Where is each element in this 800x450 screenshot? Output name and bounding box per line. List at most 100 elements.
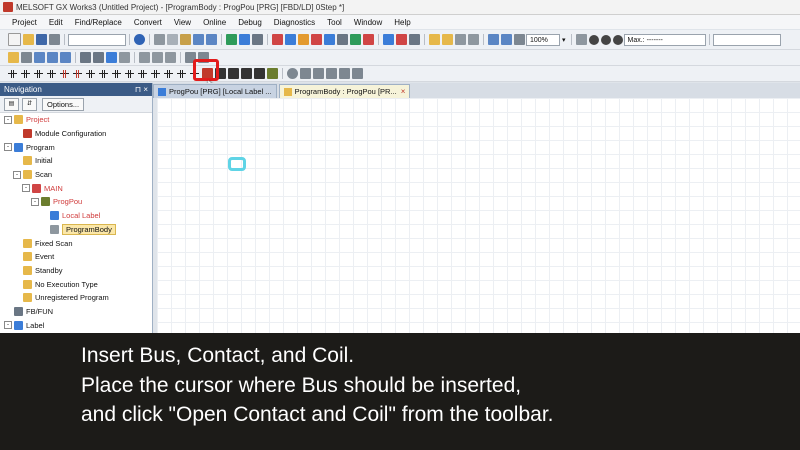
tree-item[interactable]: ProgramBody <box>0 223 152 237</box>
save-icon[interactable] <box>36 34 47 45</box>
remote-run-icon[interactable] <box>311 34 322 45</box>
tree-expander-icon[interactable]: - <box>31 197 39 206</box>
open-branch-icon[interactable] <box>34 69 43 79</box>
coil-icon[interactable] <box>60 69 69 79</box>
find-icon[interactable] <box>80 52 91 63</box>
arithmetic-icon[interactable] <box>339 68 350 79</box>
pin-close-icon[interactable]: ⊓ × <box>135 85 148 94</box>
ladder-editor-grid[interactable] <box>157 98 800 333</box>
menu-tool[interactable]: Tool <box>321 18 348 27</box>
tree-item[interactable]: Standby <box>0 264 152 278</box>
zoom-select[interactable]: 100% <box>526 33 560 46</box>
element-selection-icon[interactable] <box>21 52 32 63</box>
menu-view[interactable]: View <box>168 18 197 27</box>
tree-expander-icon[interactable]: - <box>22 184 30 193</box>
zoom-fit-icon[interactable] <box>514 34 525 45</box>
bookmark-icon[interactable] <box>119 52 130 63</box>
close-tab-icon[interactable]: × <box>401 87 406 96</box>
module-list-icon[interactable] <box>442 34 453 45</box>
help-icon[interactable] <box>134 34 145 45</box>
run-icon[interactable] <box>612 34 623 45</box>
search-input[interactable] <box>712 33 781 46</box>
tree-item[interactable]: Event <box>0 250 152 264</box>
tree-item[interactable]: - MAIN <box>0 181 152 195</box>
pulse-branch-icon[interactable] <box>151 69 160 79</box>
close-branch-icon[interactable] <box>47 69 56 79</box>
falling-pulse-icon[interactable] <box>125 69 134 79</box>
cut-icon[interactable] <box>154 34 165 45</box>
print-icon[interactable] <box>49 34 60 45</box>
device-memory-icon[interactable] <box>60 52 71 63</box>
function-block-icon[interactable] <box>164 69 173 79</box>
horizontal-line-icon[interactable] <box>86 69 95 79</box>
simulation-stop-icon[interactable] <box>396 34 407 45</box>
tree-item[interactable]: Unregistered Program <box>0 291 152 305</box>
device-select[interactable] <box>68 33 126 46</box>
statement-icon[interactable] <box>152 52 163 63</box>
sort-icon[interactable]: ⇵ <box>22 97 37 111</box>
undo-icon[interactable] <box>193 34 204 45</box>
device-list-icon[interactable] <box>468 34 479 45</box>
tree-item[interactable]: No Execution Type <box>0 277 152 291</box>
convert-icon[interactable] <box>226 34 237 45</box>
cross-reference-icon[interactable] <box>455 34 466 45</box>
zoom-out-icon[interactable] <box>501 34 512 45</box>
delete-column-icon[interactable] <box>254 68 265 79</box>
copy-icon[interactable] <box>167 34 178 45</box>
read-plc-icon[interactable] <box>285 34 296 45</box>
tree-item[interactable]: Module Configuration <box>0 127 152 141</box>
tree-item[interactable]: - Program <box>0 140 152 154</box>
delete-row-icon[interactable] <box>241 68 252 79</box>
tree-item[interactable]: - ProgPou <box>0 195 152 209</box>
logic-icon[interactable] <box>352 68 363 79</box>
menu-help[interactable]: Help <box>388 18 416 27</box>
navigation-toggle-icon[interactable] <box>8 52 19 63</box>
compare-icon[interactable] <box>326 68 337 79</box>
rising-pulse-icon[interactable] <box>112 69 121 79</box>
new-file-icon[interactable] <box>8 33 21 46</box>
write-plc-icon[interactable] <box>272 34 283 45</box>
step-icon[interactable] <box>575 34 587 45</box>
stop-icon[interactable] <box>588 34 599 45</box>
tree-item[interactable]: Fixed Scan <box>0 236 152 250</box>
paste-icon[interactable] <box>180 34 191 45</box>
redo-icon[interactable] <box>206 34 217 45</box>
tree-expander-icon[interactable]: - <box>13 170 21 179</box>
tree-expander-icon[interactable]: - <box>4 143 12 152</box>
jump-icon[interactable] <box>106 52 117 63</box>
invert-icon[interactable] <box>138 69 147 79</box>
max-step-select[interactable]: Max.: ------- <box>623 33 706 46</box>
tree-item[interactable]: - Scan <box>0 168 152 182</box>
parameter-icon[interactable] <box>429 34 440 45</box>
verify-icon[interactable] <box>298 34 309 45</box>
note-icon[interactable] <box>165 52 176 63</box>
timer-icon[interactable] <box>287 68 298 79</box>
tree-item[interactable]: FB/FUN <box>0 305 152 319</box>
convert-all-icon[interactable] <box>239 34 250 45</box>
vertical-line-icon[interactable] <box>99 69 108 79</box>
comment-icon[interactable] <box>139 52 150 63</box>
simulation-icon[interactable] <box>383 34 394 45</box>
tree-item[interactable]: Local Label <box>0 209 152 223</box>
tree-item[interactable]: - Label <box>0 318 152 332</box>
open-folder-icon[interactable] <box>23 34 34 45</box>
tab-local-label[interactable]: ProgPou [PRG] [Local Label ... <box>153 84 277 98</box>
options-button[interactable]: Options... <box>42 97 85 111</box>
transfer-icon[interactable] <box>313 68 324 79</box>
menu-project[interactable]: Project <box>6 18 43 27</box>
tree-item[interactable]: Initial <box>0 154 152 168</box>
close-contact-icon[interactable] <box>21 69 30 79</box>
remote-stop-icon[interactable] <box>324 34 335 45</box>
insert-column-icon[interactable] <box>228 68 239 79</box>
application-instruction-icon[interactable] <box>73 69 82 79</box>
menu-diagnostics[interactable]: Diagnostics <box>268 18 321 27</box>
monitor-stop-icon[interactable] <box>363 34 374 45</box>
menu-convert[interactable]: Convert <box>128 18 168 27</box>
watch-window-icon[interactable] <box>47 52 58 63</box>
tree-view-icon[interactable]: ▤ <box>4 97 19 111</box>
tree-expander-icon[interactable]: - <box>4 115 12 124</box>
edge-icon[interactable] <box>300 68 311 79</box>
output-window-icon[interactable] <box>34 52 45 63</box>
open-contact-icon[interactable] <box>8 69 17 79</box>
monitor-icon[interactable] <box>252 34 263 45</box>
